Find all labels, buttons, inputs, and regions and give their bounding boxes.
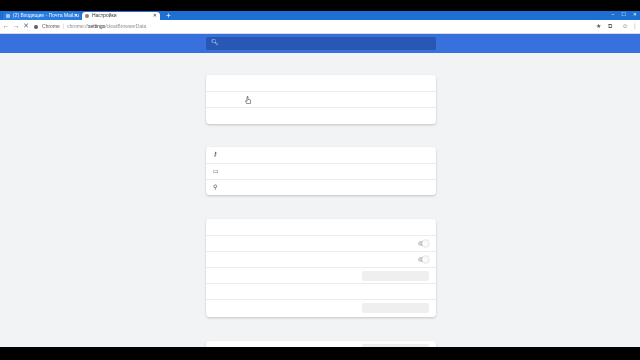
url-path: /clearBrowserData — [105, 24, 147, 30]
credit-card-icon: ▭ — [213, 169, 219, 175]
dropdown-select[interactable] — [362, 271, 429, 281]
settings-row[interactable] — [206, 235, 436, 251]
screen-bottom-bar — [0, 347, 640, 360]
site-label: Chrome — [42, 24, 60, 30]
settings-favicon — [85, 14, 89, 18]
settings-row[interactable] — [206, 91, 436, 107]
close-icon[interactable]: ✕ — [74, 12, 78, 20]
tab-strip: (2) Входящие - Почта Mail.ru ✕ Настройки… — [0, 11, 640, 20]
settings-header: 🔍︎ — [0, 34, 640, 53]
settings-row[interactable] — [206, 299, 436, 315]
tab-settings[interactable]: Настройки ✕ — [82, 12, 160, 20]
settings-row[interactable] — [206, 251, 436, 267]
tab-settings-title: Настройки — [92, 13, 117, 19]
settings-card-appearance — [206, 219, 436, 317]
settings-row[interactable] — [206, 107, 436, 123]
new-tab-button[interactable]: + — [164, 11, 173, 20]
search-icon: 🔍︎ — [211, 40, 219, 46]
settings-card-people — [206, 75, 436, 124]
star-icon[interactable]: ★ — [596, 20, 601, 34]
search-input[interactable] — [220, 39, 430, 48]
toggle-switch[interactable] — [418, 256, 429, 263]
mail-favicon — [6, 14, 10, 18]
dropdown-select[interactable] — [362, 303, 429, 313]
toggle-switch[interactable] — [418, 240, 429, 247]
settings-content: ⚷ ▭ ⚲ — [0, 53, 640, 347]
settings-search[interactable]: 🔍︎ — [206, 37, 436, 50]
profile-icon[interactable]: ☺ — [622, 20, 628, 34]
settings-row[interactable] — [206, 283, 436, 299]
forward-arrow-icon[interactable]: → — [11, 20, 21, 34]
browser-toolbar: ← → ✕ Chrome | chrome://settings/clearBrow… — [0, 20, 640, 34]
autofill-row-addresses[interactable]: ⚲ — [206, 179, 436, 195]
hand-cursor-icon — [245, 96, 251, 104]
close-icon[interactable]: ✕ — [153, 12, 157, 20]
screen-top-bar — [0, 0, 640, 11]
settings-row[interactable] — [206, 267, 436, 283]
autofill-row-passwords[interactable]: ⚷ — [206, 147, 436, 163]
address-bar[interactable]: Chrome | chrome://settings/clearBrowserDat… — [34, 22, 594, 32]
settings-row[interactable] — [206, 75, 436, 91]
reload-icon[interactable]: ✕ — [21, 20, 31, 34]
secure-chrome-icon — [34, 24, 38, 29]
tab-mail-title: (2) Входящие - Почта Mail.ru — [13, 13, 79, 19]
menu-icon[interactable]: ⋮ — [632, 20, 638, 34]
tab-mail[interactable]: (2) Входящие - Почта Mail.ru ✕ — [3, 12, 81, 20]
location-pin-icon: ⚲ — [213, 185, 218, 191]
minimize-button[interactable]: – — [612, 11, 615, 20]
key-icon: ⚷ — [213, 152, 218, 158]
autofill-row-payment[interactable]: ▭ — [206, 163, 436, 179]
extension-icon[interactable]: ⧉ — [608, 20, 612, 34]
back-arrow-icon[interactable]: ← — [1, 20, 11, 34]
toggle-knob — [422, 240, 429, 247]
toggle-knob — [422, 256, 429, 263]
url-scheme: chrome:// — [67, 24, 88, 30]
maximize-button[interactable]: ☐ — [621, 11, 625, 20]
address-separator: | — [62, 24, 65, 30]
window-close-button[interactable]: ✕ — [633, 11, 637, 20]
window-controls: – ☐ ✕ — [612, 11, 637, 20]
settings-card-autofill: ⚷ ▭ ⚲ — [206, 147, 436, 195]
url-host: settings — [87, 24, 106, 30]
settings-row[interactable] — [206, 219, 436, 235]
